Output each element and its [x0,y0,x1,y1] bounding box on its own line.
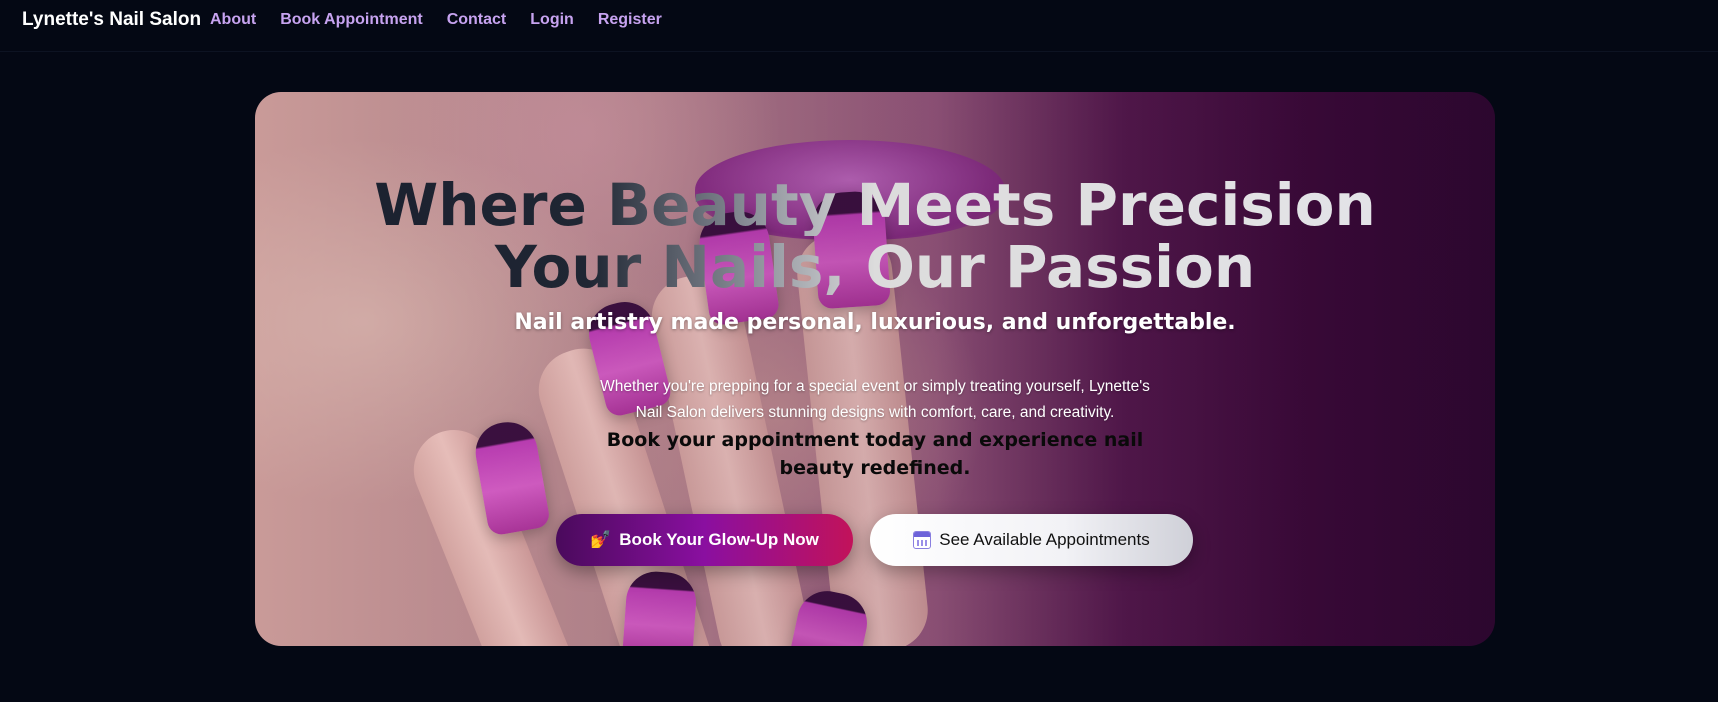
hero-content: Where Beauty Meets Precision Your Nails,… [255,92,1495,646]
nav-link-contact[interactable]: Contact [447,11,507,29]
see-appointments-button[interactable]: See Available Appointments [870,514,1193,566]
hero-banner: Where Beauty Meets Precision Your Nails,… [255,92,1495,646]
calendar-icon [913,531,932,549]
nav-link-login[interactable]: Login [530,11,574,29]
hero-headline-line1: Where Beauty Meets Precision [255,174,1495,236]
nav-links: About Book Appointment Contact Login Reg… [210,11,662,29]
see-appointments-label: See Available Appointments [939,530,1150,549]
navbar: Lynette's Nail Salon About Book Appointm… [0,0,1718,52]
brand-logo[interactable]: Lynette's Nail Salon [22,9,201,31]
hero-tagline: Nail artistry made personal, luxurious, … [514,310,1236,335]
book-glow-up-button[interactable]: 💅 Book Your Glow-Up Now [556,514,853,566]
book-glow-up-label: Book Your Glow-Up Now [619,530,819,549]
nail-polish-icon: 💅 [590,530,612,549]
hero-cta-text: Book your appointment today and experien… [606,429,1144,479]
nav-link-about[interactable]: About [210,11,256,29]
hero-headline-line2: Your Nails, Our Passion [255,236,1495,298]
nav-link-register[interactable]: Register [598,11,662,29]
nav-link-book-appointment[interactable]: Book Appointment [280,11,423,29]
hero-description: Whether you're prepping for a special ev… [600,378,1150,421]
